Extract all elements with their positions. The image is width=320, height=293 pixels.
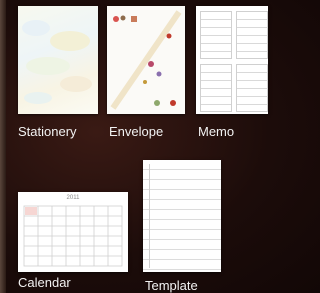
template-label-calendar: Calendar: [18, 275, 71, 290]
memo-sheet-top-right: [236, 11, 268, 59]
template-label-memo: Memo: [198, 124, 235, 139]
template-label-stationery: Stationery: [18, 124, 77, 139]
template-label-envelope: Envelope: [109, 124, 164, 139]
template-template[interactable]: Template: [143, 160, 223, 293]
window-frame-edge: [0, 0, 6, 293]
memo-sheet-top-left: [200, 11, 232, 59]
template-margin-line: [149, 164, 150, 268]
memo-thumbnail: [196, 6, 268, 114]
template-calendar[interactable]: 2011 Calendar: [18, 192, 130, 293]
calendar-thumbnail: 2011: [18, 192, 128, 272]
envelope-thumbnail: [107, 6, 185, 114]
stationery-thumbnail: [18, 6, 98, 114]
template-thumbnail: [143, 160, 221, 272]
template-memo[interactable]: Memo: [196, 6, 268, 141]
template-envelope[interactable]: Envelope: [107, 6, 187, 141]
memo-sheet-bottom-right: [236, 64, 268, 112]
memo-sheet-bottom-left: [200, 64, 232, 112]
template-label-template: Template: [145, 278, 198, 293]
template-stationery[interactable]: Stationery: [18, 6, 100, 141]
